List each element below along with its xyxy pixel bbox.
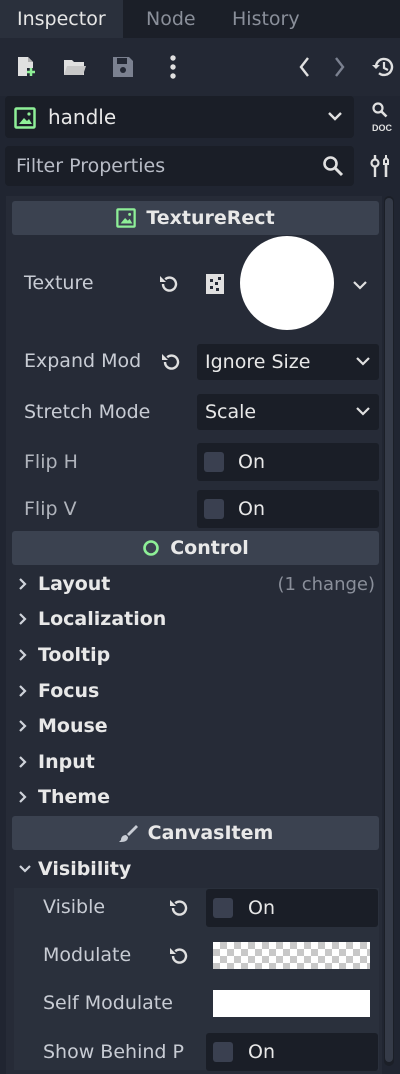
stretch-mode-value: Scale <box>205 401 257 423</box>
texture-preview[interactable] <box>230 236 340 332</box>
dock-tab-bar: Inspector Node History <box>0 0 400 38</box>
group-label: Theme <box>38 786 111 808</box>
doc-icon: DOC <box>372 102 393 133</box>
node-name: handle <box>48 105 117 129</box>
flip-h-checkbox-field[interactable]: On <box>197 443 379 481</box>
save-icon[interactable] <box>111 55 135 79</box>
control-icon <box>142 539 160 557</box>
section-texturerect-header[interactable]: TextureRect <box>12 201 379 235</box>
history-icon[interactable] <box>370 55 396 79</box>
section-title: TextureRect <box>146 207 275 229</box>
flip-h-value: On <box>238 451 265 473</box>
flip-v-label: Flip V <box>24 498 77 520</box>
texture-thumbnail <box>240 236 334 330</box>
revert-icon[interactable] <box>168 945 190 967</box>
stretch-mode-dropdown[interactable]: Scale <box>197 394 379 430</box>
tab-history[interactable]: History <box>232 0 300 38</box>
revert-icon[interactable] <box>168 897 190 919</box>
chevron-down-icon <box>18 864 36 874</box>
chevron-down-icon[interactable] <box>352 279 368 293</box>
texture-label: Texture <box>24 272 94 294</box>
flip-v-checkbox-field[interactable]: On <box>197 490 379 528</box>
show-behind-parent-checkbox[interactable] <box>213 1042 233 1062</box>
group-layout[interactable]: Layout (1 change) <box>12 567 379 601</box>
revert-icon[interactable] <box>158 273 180 295</box>
show-behind-parent-label: Show Behind P <box>43 1041 184 1063</box>
chevron-right-icon <box>18 577 36 591</box>
section-control-header[interactable]: Control <box>12 531 379 565</box>
group-label: Localization <box>38 608 167 630</box>
chevron-down-icon <box>355 405 371 419</box>
visible-checkbox[interactable] <box>213 898 233 918</box>
revert-icon[interactable] <box>160 351 182 373</box>
chevron-right-icon <box>18 612 36 626</box>
show-behind-parent-value: On <box>248 1041 275 1063</box>
doc-button[interactable]: DOC <box>367 100 397 134</box>
property-settings-button[interactable] <box>370 153 392 179</box>
new-resource-icon[interactable] <box>14 55 38 79</box>
open-folder-icon[interactable] <box>62 55 88 79</box>
section-canvasitem-header[interactable]: CanvasItem <box>12 816 379 850</box>
chevron-right-icon <box>18 684 36 698</box>
inspector-toolbar <box>0 38 400 96</box>
chevron-right-icon <box>18 648 36 662</box>
group-localization[interactable]: Localization <box>12 602 379 636</box>
node-selector[interactable]: handle <box>5 96 354 138</box>
tab-inspector[interactable]: Inspector <box>0 0 123 38</box>
chevron-right-icon <box>18 790 36 804</box>
texture-type-icon <box>205 273 227 295</box>
filter-placeholder: Filter Properties <box>16 155 166 177</box>
visible-value: On <box>248 897 275 919</box>
flip-v-checkbox[interactable] <box>204 499 224 519</box>
forward-icon[interactable] <box>330 55 350 79</box>
group-label: Focus <box>38 680 100 702</box>
expand-mode-label: Expand Mod <box>24 350 142 372</box>
flip-v-value: On <box>238 498 265 520</box>
chevron-right-icon <box>18 755 36 769</box>
back-icon[interactable] <box>294 55 314 79</box>
more-vertical-icon[interactable] <box>163 53 183 81</box>
visible-checkbox-field[interactable]: On <box>206 889 378 927</box>
section-title: CanvasItem <box>147 822 274 844</box>
visible-label: Visible <box>43 896 106 918</box>
modulate-label: Modulate <box>43 944 132 966</box>
filter-properties-input[interactable]: Filter Properties <box>5 146 354 186</box>
group-label: Layout <box>38 573 111 595</box>
group-tooltip[interactable]: Tooltip <box>12 638 379 672</box>
group-visibility[interactable]: Visibility <box>12 852 379 886</box>
scrollbar-thumb[interactable] <box>385 198 393 1062</box>
group-mouse[interactable]: Mouse <box>12 709 379 743</box>
stretch-mode-label: Stretch Mode <box>24 401 151 423</box>
self-modulate-color-swatch[interactable] <box>213 990 370 1017</box>
group-label: Visibility <box>38 858 132 880</box>
chevron-right-icon <box>18 719 36 733</box>
group-input[interactable]: Input <box>12 745 379 779</box>
change-count: (1 change) <box>277 573 375 595</box>
tab-node[interactable]: Node <box>146 0 196 38</box>
expand-mode-value: Ignore Size <box>205 351 311 373</box>
search-icon <box>322 155 344 177</box>
section-title: Control <box>170 537 249 559</box>
texture-rect-icon <box>14 107 36 129</box>
texture-rect-icon <box>116 208 137 228</box>
brush-icon <box>118 823 138 843</box>
group-focus[interactable]: Focus <box>12 674 379 708</box>
flip-h-label: Flip H <box>24 451 78 473</box>
group-label: Mouse <box>38 715 108 737</box>
chevron-down-icon <box>327 110 343 124</box>
modulate-color-swatch[interactable] <box>213 942 370 969</box>
doc-label: DOC <box>372 123 393 133</box>
chevron-down-icon <box>355 355 371 369</box>
group-label: Tooltip <box>38 644 111 666</box>
group-theme[interactable]: Theme <box>12 780 379 814</box>
expand-mode-dropdown[interactable]: Ignore Size <box>197 344 379 380</box>
show-behind-parent-checkbox-field[interactable]: On <box>206 1033 378 1071</box>
tools-icon <box>370 155 389 177</box>
group-label: Input <box>38 751 95 773</box>
self-modulate-label: Self Modulate <box>43 992 173 1014</box>
flip-h-checkbox[interactable] <box>204 452 224 472</box>
